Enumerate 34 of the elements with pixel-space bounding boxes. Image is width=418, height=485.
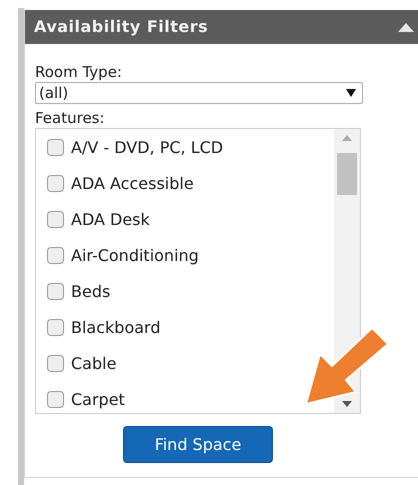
- feature-checkbox-row[interactable]: Cable: [47, 352, 116, 375]
- checkbox[interactable]: [47, 139, 64, 156]
- dropdown-icon: [346, 89, 356, 97]
- room-type-label: Room Type:: [35, 62, 123, 82]
- feature-checkbox-row[interactable]: ADA Accessible: [47, 172, 194, 195]
- feature-checkbox-row[interactable]: Beds: [47, 280, 110, 303]
- checkbox[interactable]: [47, 319, 64, 336]
- scrollbar-thumb[interactable]: [337, 153, 357, 195]
- feature-checkbox-row[interactable]: Blackboard: [47, 316, 160, 339]
- checkbox[interactable]: [47, 211, 64, 228]
- feature-label: Cable: [71, 352, 116, 374]
- checkbox[interactable]: [47, 355, 64, 372]
- checkbox[interactable]: [47, 247, 64, 264]
- checkbox[interactable]: [47, 391, 64, 408]
- checkbox[interactable]: [47, 175, 64, 192]
- feature-label: Beds: [71, 280, 110, 302]
- room-type-select[interactable]: (all): [35, 82, 363, 104]
- find-space-button[interactable]: Find Space: [123, 426, 273, 463]
- feature-checkbox-row[interactable]: A/V - DVD, PC, LCD: [47, 136, 224, 159]
- feature-label: Blackboard: [71, 316, 160, 338]
- collapse-icon[interactable]: [398, 22, 414, 32]
- scroll-down-icon[interactable]: [342, 401, 352, 407]
- feature-label: Carpet: [71, 388, 125, 410]
- feature-label: ADA Desk: [71, 208, 150, 230]
- checkbox[interactable]: [47, 283, 64, 300]
- feature-label: ADA Accessible: [71, 172, 194, 194]
- feature-label: A/V - DVD, PC, LCD: [71, 136, 224, 158]
- feature-checkbox-row[interactable]: Air-Conditioning: [47, 244, 199, 267]
- scroll-up-icon[interactable]: [342, 135, 352, 141]
- feature-label: Air-Conditioning: [71, 244, 199, 266]
- feature-checkbox-row[interactable]: Carpet: [47, 388, 125, 411]
- features-label: Features:: [35, 108, 106, 128]
- panel-title: Availability Filters: [34, 16, 208, 38]
- feature-checkbox-row[interactable]: ADA Desk: [47, 208, 150, 231]
